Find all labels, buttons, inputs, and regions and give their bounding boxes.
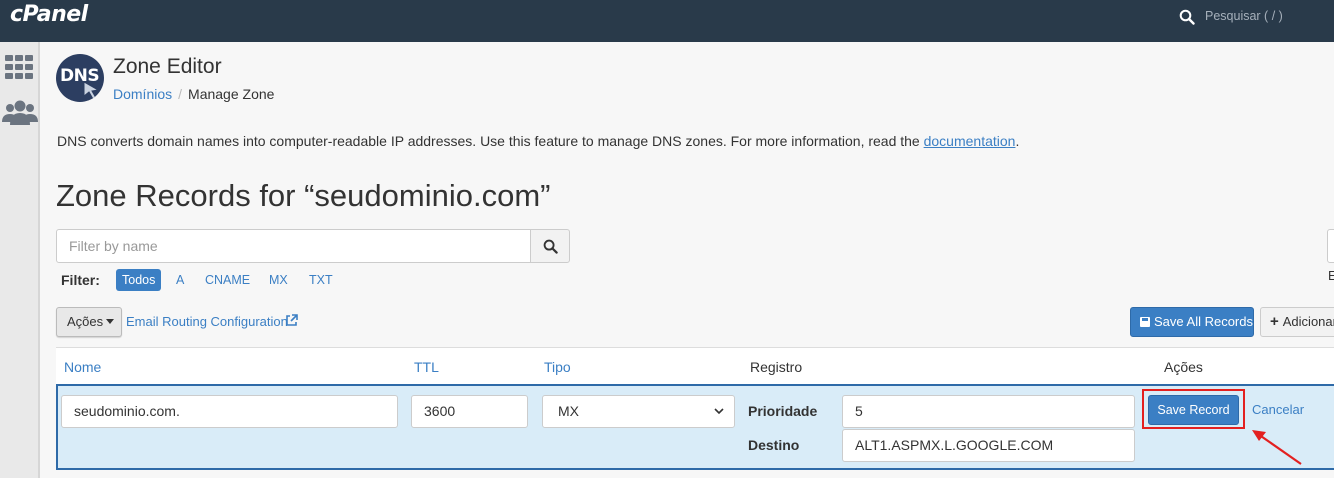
breadcrumb: Domínios / Manage Zone — [113, 86, 274, 102]
top-navbar: cPanel Pesquisar ( / ) — [0, 0, 1334, 42]
priority-input[interactable]: 5 — [842, 395, 1135, 428]
page-size-select[interactable] — [1327, 229, 1334, 263]
breadcrumb-separator: / — [178, 86, 183, 102]
destination-input[interactable]: ALT1.ASPMX.L.GOOGLE.COM — [842, 429, 1135, 462]
records-table-header: Nome TTL Tipo Registro Ações — [56, 347, 1334, 386]
documentation-link[interactable]: documentation — [924, 133, 1016, 149]
filter-chip-todos[interactable]: Todos — [116, 269, 162, 291]
filter-by-name-input[interactable] — [56, 229, 532, 263]
annotation-highlight-box — [1142, 389, 1245, 429]
grid-icon[interactable] — [5, 55, 33, 79]
description-suffix: . — [1015, 133, 1020, 149]
save-all-label: Save All Records — [1154, 314, 1253, 329]
right-edge-label: E — [1328, 268, 1334, 283]
cpanel-logo[interactable]: cPanel — [10, 2, 88, 27]
column-header-nome[interactable]: Nome — [64, 359, 101, 375]
search-icon[interactable] — [1179, 9, 1195, 25]
plus-icon: + — [1270, 313, 1279, 330]
cursor-icon — [83, 81, 100, 100]
external-link-icon[interactable] — [285, 314, 298, 327]
cancel-link[interactable]: Cancelar — [1252, 402, 1304, 417]
record-type-value: MX — [558, 403, 579, 419]
save-disk-icon — [1140, 317, 1150, 327]
red-arrow-annotation — [1252, 430, 1302, 465]
sidebar — [0, 42, 40, 478]
acoes-label: Ações — [67, 314, 104, 329]
priority-label: Prioridade — [748, 403, 818, 419]
users-icon[interactable] — [2, 100, 38, 126]
zone-records-title: Zone Records for “seudominio.com” — [56, 178, 551, 213]
breadcrumb-current: Manage Zone — [188, 86, 275, 102]
email-routing-link[interactable]: Email Routing Configuration — [126, 314, 288, 329]
filter-search-button[interactable] — [530, 229, 570, 263]
add-record-label: Adicionar — [1282, 314, 1334, 329]
filter-chip-mx[interactable]: MX — [263, 269, 294, 291]
column-header-tipo[interactable]: Tipo — [544, 359, 571, 375]
column-header-acoes: Ações — [1164, 359, 1203, 375]
description-text: DNS converts domain names into computer-… — [57, 133, 924, 149]
filter-label: Filter: — [61, 272, 100, 288]
column-header-registro: Registro — [750, 359, 803, 375]
search-icon — [543, 239, 558, 254]
filter-chip-txt[interactable]: TXT — [303, 269, 339, 291]
filter-chip-cname[interactable]: CNAME — [199, 269, 256, 291]
record-name-input[interactable]: seudominio.com. — [61, 395, 398, 428]
page-description: DNS converts domain names into computer-… — [57, 133, 1019, 149]
save-all-records-button[interactable]: Save All Records — [1130, 307, 1254, 337]
record-type-select[interactable]: MX — [542, 395, 735, 428]
add-record-button[interactable]: + Adicionar — [1260, 307, 1334, 337]
caret-down-icon — [106, 319, 115, 324]
record-ttl-input[interactable]: 3600 — [411, 395, 528, 428]
chevron-down-icon — [714, 408, 724, 415]
dns-logo: DNS — [56, 54, 104, 102]
acoes-dropdown-button[interactable]: Ações — [56, 307, 122, 337]
destination-label: Destino — [748, 437, 800, 453]
breadcrumb-link-dominios[interactable]: Domínios — [113, 86, 172, 102]
search-shortcut-label[interactable]: Pesquisar ( / ) — [1205, 9, 1283, 23]
column-header-ttl[interactable]: TTL — [414, 359, 439, 375]
page-title: Zone Editor — [113, 55, 222, 78]
filter-chip-a[interactable]: A — [170, 269, 190, 291]
